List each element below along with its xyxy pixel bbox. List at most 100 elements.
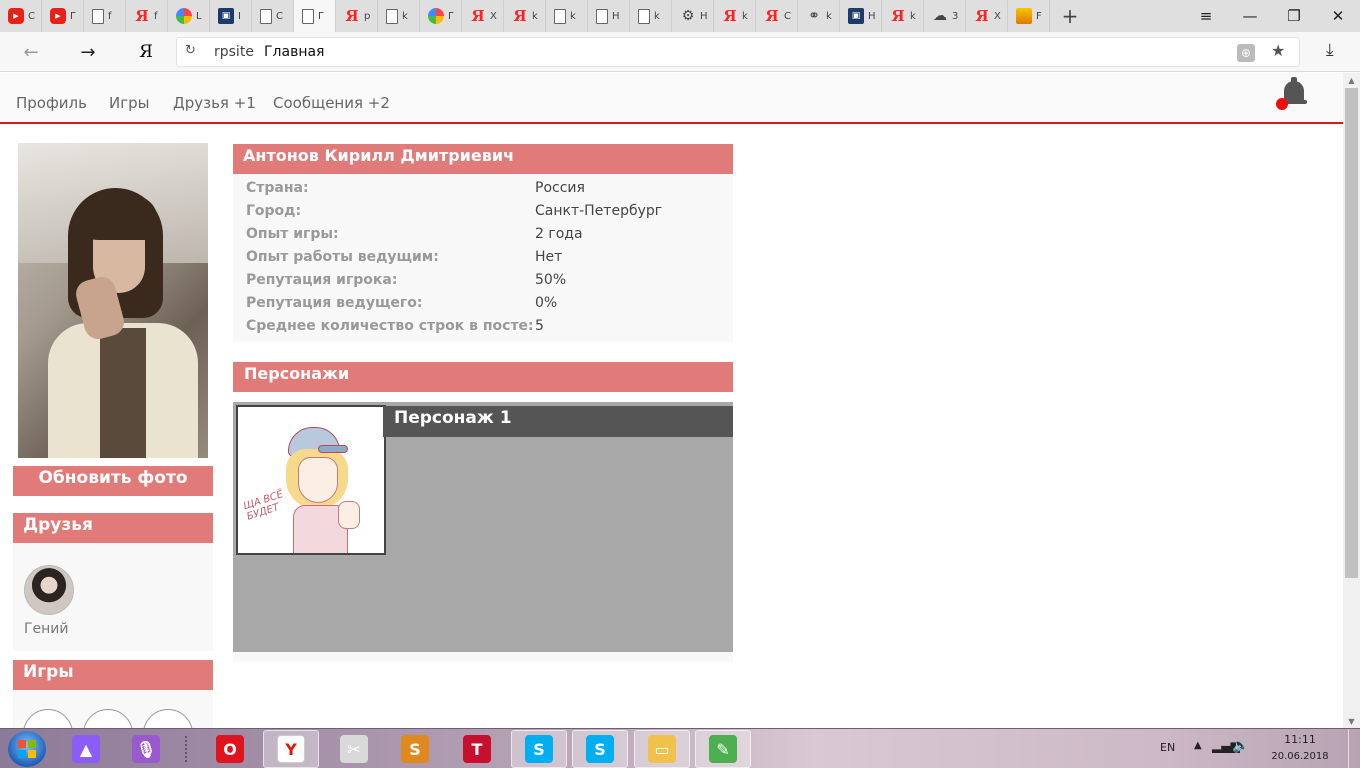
character-name[interactable]: Персонаж 1 bbox=[383, 406, 733, 437]
browser-tab[interactable]: Яf bbox=[126, 0, 168, 32]
taskbar-app[interactable]: S bbox=[572, 730, 628, 768]
bell-icon[interactable] bbox=[1276, 77, 1307, 110]
page-scrollbar[interactable]: ▲ ▼ bbox=[1343, 73, 1360, 728]
taskbar-app[interactable]: ✂ bbox=[326, 730, 382, 768]
address-bar[interactable]: ↻ rpsite Главная ⊕ ★ bbox=[176, 37, 1300, 67]
url-page-title: Главная bbox=[264, 44, 325, 60]
browser-tab[interactable]: L bbox=[168, 0, 210, 32]
site-navigation: Профиль Игры Друзья +1 Сообщения +2 bbox=[0, 73, 1343, 124]
browser-tab[interactable]: Яp bbox=[336, 0, 378, 32]
tab-label: k bbox=[742, 10, 748, 22]
window-controls: ≡ — ❐ ✕ bbox=[1184, 0, 1360, 32]
friend-avatar[interactable] bbox=[24, 565, 74, 615]
browser-tab[interactable]: H bbox=[588, 0, 630, 32]
browser-tab[interactable]: ▶ Г bbox=[42, 0, 84, 32]
update-photo-button[interactable]: Обновить фото bbox=[13, 466, 213, 496]
browser-tab[interactable]: ▶ C bbox=[0, 0, 42, 32]
taskbar-app[interactable]: ✎ bbox=[695, 730, 751, 768]
reload-icon[interactable]: ↻ bbox=[185, 43, 196, 58]
browser-tab[interactable]: ЯX bbox=[966, 0, 1008, 32]
browser-tab[interactable]: Яk bbox=[714, 0, 756, 32]
profile-field-value: Санкт-Петербург bbox=[535, 203, 663, 219]
game-thumbnail[interactable] bbox=[143, 709, 193, 728]
taskbar-app[interactable]: Y bbox=[263, 730, 319, 768]
yandex-icon: Я bbox=[471, 7, 485, 25]
browser-tab[interactable]: Яk bbox=[504, 0, 546, 32]
taskbar-app[interactable]: ▭ bbox=[634, 730, 690, 768]
document-icon bbox=[386, 8, 398, 24]
start-button[interactable] bbox=[8, 731, 46, 767]
taskbar-app[interactable]: T bbox=[449, 730, 505, 768]
browser-tab[interactable]: ⚙ H bbox=[672, 0, 714, 32]
nav-profile[interactable]: Профиль bbox=[16, 94, 87, 112]
nav-games[interactable]: Игры bbox=[109, 94, 149, 112]
browser-tab[interactable]: Г bbox=[294, 0, 336, 32]
nav-messages[interactable]: Сообщения +2 bbox=[273, 94, 390, 112]
clock-time[interactable]: 11:11 bbox=[1265, 733, 1335, 746]
new-tab-button[interactable]: + bbox=[1050, 0, 1090, 32]
character-card[interactable]: ЩА ВСЁ БУДЕТ Персонаж 1 bbox=[233, 402, 733, 652]
browser-tab[interactable]: ЯX bbox=[462, 0, 504, 32]
nav-friends[interactable]: Друзья +1 bbox=[173, 94, 256, 112]
profile-info-card: Антонов Кирилл Дмитриевич Страна: Россия Г… bbox=[233, 144, 733, 342]
yandex-browser-icon: Y bbox=[277, 735, 305, 763]
browser-tab[interactable]: k bbox=[630, 0, 672, 32]
youtube-icon: ▶ bbox=[50, 8, 66, 24]
taskbar-app[interactable]: ▲ bbox=[58, 730, 114, 768]
dark-logo-icon: ▣ bbox=[218, 8, 234, 24]
back-button[interactable]: ← bbox=[16, 38, 46, 66]
game-thumbnail[interactable] bbox=[23, 709, 73, 728]
scroll-down-arrow[interactable]: ▼ bbox=[1343, 714, 1360, 728]
browser-tab[interactable]: F bbox=[1008, 0, 1050, 32]
document-icon bbox=[302, 8, 314, 24]
profile-field-row: Опыт работы ведущим: Нет bbox=[246, 249, 726, 269]
show-desktop-button[interactable] bbox=[1348, 729, 1360, 768]
games-title: Игры bbox=[13, 660, 213, 690]
browser-tab[interactable]: k bbox=[546, 0, 588, 32]
forward-button[interactable]: → bbox=[73, 38, 103, 66]
profile-photo bbox=[18, 143, 208, 458]
clock-date[interactable]: 20.06.2018 bbox=[1265, 751, 1335, 762]
tray-expand-icon[interactable]: ▲ bbox=[1194, 740, 1202, 751]
tab-label: L bbox=[196, 10, 202, 22]
browser-tab[interactable]: Яk bbox=[882, 0, 924, 32]
download-icon[interactable]: ⤓ bbox=[1326, 40, 1334, 60]
taskbar-app[interactable]: S bbox=[387, 730, 443, 768]
tab-label: X bbox=[994, 10, 1001, 22]
globe-icon[interactable]: ⊕ bbox=[1237, 44, 1255, 62]
browser-tab[interactable]: ⚭ k bbox=[798, 0, 840, 32]
tab-label: I bbox=[238, 10, 241, 22]
taskbar-separator[interactable] bbox=[184, 735, 188, 763]
menu-button[interactable]: ≡ bbox=[1184, 0, 1228, 32]
tab-label: H bbox=[868, 10, 876, 22]
dark-logo-icon: ▣ bbox=[848, 8, 864, 24]
friend-name[interactable]: Гений bbox=[24, 621, 69, 637]
taskbar-app[interactable]: O bbox=[202, 730, 258, 768]
windows-taskbar: ▲ 🎙 O Y ✂ S T S S ▭ ✎ EN ▲ ▂▄▆ 🔊 11:11 20.06.2018 bbox=[0, 728, 1360, 768]
scroll-thumb[interactable] bbox=[1345, 88, 1358, 578]
browser-tab[interactable]: C bbox=[252, 0, 294, 32]
volume-icon[interactable]: 🔊 bbox=[1232, 738, 1249, 754]
tab-label: C bbox=[276, 10, 283, 22]
restore-button[interactable]: ❐ bbox=[1272, 0, 1316, 32]
close-button[interactable]: ✕ bbox=[1316, 0, 1360, 32]
language-indicator[interactable]: EN bbox=[1160, 741, 1175, 754]
notification-dot bbox=[1276, 98, 1288, 110]
browser-tab[interactable]: ЯC bbox=[756, 0, 798, 32]
browser-tab[interactable]: Г bbox=[420, 0, 462, 32]
profile-field-row: Репутация игрока: 50% bbox=[246, 272, 726, 292]
taskbar-app[interactable]: S bbox=[511, 730, 567, 768]
browser-tab[interactable]: k bbox=[378, 0, 420, 32]
browser-tab[interactable]: ☁ 3 bbox=[924, 0, 966, 32]
browser-tab[interactable]: f bbox=[84, 0, 126, 32]
scroll-up-arrow[interactable]: ▲ bbox=[1343, 73, 1360, 87]
browser-tab[interactable]: ▣ I bbox=[210, 0, 252, 32]
yandex-logo[interactable]: Я bbox=[135, 38, 157, 66]
star-icon[interactable]: ★ bbox=[1271, 41, 1285, 60]
url-host: rpsite bbox=[214, 44, 254, 60]
game-thumbnail[interactable] bbox=[83, 709, 133, 728]
browser-tab[interactable]: ▣ H bbox=[840, 0, 882, 32]
minimize-button[interactable]: — bbox=[1228, 0, 1272, 32]
taskbar-app[interactable]: 🎙 bbox=[118, 730, 174, 768]
character-image[interactable]: ЩА ВСЁ БУДЕТ bbox=[236, 405, 386, 555]
